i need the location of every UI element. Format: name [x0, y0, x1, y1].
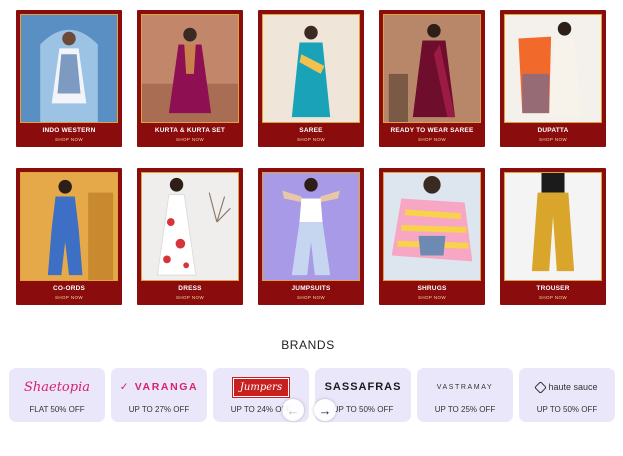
brand-card-vastramay[interactable]: VASTRAMAY UP TO 25% OFF [417, 368, 513, 422]
category-label: INDO WESTERN [42, 127, 96, 134]
haute-sauce-mark-icon [534, 380, 548, 394]
brand-logo: VASTRAMAY [417, 374, 513, 400]
shop-now-link[interactable]: SHOP NOW [16, 295, 122, 300]
shop-now-link[interactable]: SHOP NOW [258, 137, 364, 142]
shop-now-link[interactable]: SHOP NOW [258, 295, 364, 300]
product-image [383, 14, 481, 123]
brand-offer: UP TO 25% OFF [434, 405, 496, 414]
brand-card-shaetopia[interactable]: Shaetopia FLAT 50% OFF [9, 368, 105, 422]
haute-sauce-logo: haute sauce [534, 380, 598, 394]
brand-logo: SASSAFRAS [315, 374, 411, 400]
category-label: DRESS [178, 285, 202, 292]
brand-card-haute-sauce[interactable]: haute sauce UP TO 50% OFF [519, 368, 615, 422]
category-label: SHRUGS [417, 285, 447, 292]
product-image [262, 14, 360, 123]
category-row-2: CO-ORDS SHOP NOW DRESS SHOP NOW JUMPSUIT… [16, 168, 606, 305]
category-card-trouser[interactable]: TROUSER SHOP NOW [500, 168, 606, 305]
category-label: JUMPSUITS [291, 285, 331, 292]
category-label: DUPATTA [537, 127, 569, 134]
arrow-left-icon: ← [286, 402, 300, 418]
brand-logo: ✓ VARANGA [111, 374, 207, 400]
brand-logo: Jumpers [213, 374, 309, 400]
category-card-shrugs[interactable]: SHRUGS SHOP NOW [379, 168, 485, 305]
category-label: KURTA & KURTA SET [154, 127, 226, 134]
product-image [141, 172, 239, 281]
carousel-next-button[interactable]: → [314, 399, 336, 421]
category-card-dress[interactable]: DRESS SHOP NOW [137, 168, 243, 305]
carousel-prev-button[interactable]: ← [282, 399, 304, 421]
category-label: TROUSER [536, 285, 570, 292]
product-image [504, 14, 602, 123]
shop-now-link[interactable]: SHOP NOW [500, 295, 606, 300]
category-card-saree[interactable]: SAREE SHOP NOW [258, 10, 364, 147]
shop-now-link[interactable]: SHOP NOW [137, 137, 243, 142]
product-image [20, 172, 118, 281]
brand-logo: Shaetopia [9, 374, 105, 400]
sassafras-logo: SASSAFRAS [324, 381, 402, 393]
product-image [262, 172, 360, 281]
shop-now-link[interactable]: SHOP NOW [137, 295, 243, 300]
shop-now-link[interactable]: SHOP NOW [500, 137, 606, 142]
category-card-co-ords[interactable]: CO-ORDS SHOP NOW [16, 168, 122, 305]
category-label: CO-ORDS [52, 285, 86, 292]
shaetopia-logo: Shaetopia [23, 379, 90, 395]
shop-now-link[interactable]: SHOP NOW [379, 137, 485, 142]
category-card-ready-to-wear-saree[interactable]: READY TO WEAR SAREE SHOP NOW [379, 10, 485, 147]
product-image [383, 172, 481, 281]
brands-heading: BRANDS [281, 338, 335, 352]
category-row-1: INDO WESTERN SHOP NOW KURTA & KURTA SET … [16, 10, 606, 147]
vastramay-logo: VASTRAMAY [436, 383, 494, 391]
category-grid: INDO WESTERN SHOP NOW KURTA & KURTA SET … [16, 10, 606, 305]
shop-now-link[interactable]: SHOP NOW [379, 295, 485, 300]
category-label: SAREE [299, 127, 323, 134]
category-card-kurta[interactable]: KURTA & KURTA SET SHOP NOW [137, 10, 243, 147]
brand-offer: FLAT 50% OFF [29, 405, 85, 414]
category-label: READY TO WEAR SAREE [390, 127, 474, 134]
brand-logo: haute sauce [519, 374, 615, 400]
varanga-logo: ✓ VARANGA [119, 381, 199, 393]
category-card-dupatta[interactable]: DUPATTA SHOP NOW [500, 10, 606, 147]
category-card-indo-western[interactable]: INDO WESTERN SHOP NOW [16, 10, 122, 147]
category-card-jumpsuits[interactable]: JUMPSUITS SHOP NOW [258, 168, 364, 305]
product-image [504, 172, 602, 281]
brand-offer: UP TO 27% OFF [128, 405, 190, 414]
brand-offer: UP TO 50% OFF [536, 405, 598, 414]
product-image [141, 14, 239, 123]
arrow-right-icon: → [318, 402, 332, 418]
jumpers-logo: Jumpers [231, 376, 291, 398]
brand-card-varanga[interactable]: ✓ VARANGA UP TO 27% OFF [111, 368, 207, 422]
shop-now-link[interactable]: SHOP NOW [16, 137, 122, 142]
product-image [20, 14, 118, 123]
brands-carousel: Shaetopia FLAT 50% OFF ✓ VARANGA UP TO 2… [9, 368, 615, 422]
